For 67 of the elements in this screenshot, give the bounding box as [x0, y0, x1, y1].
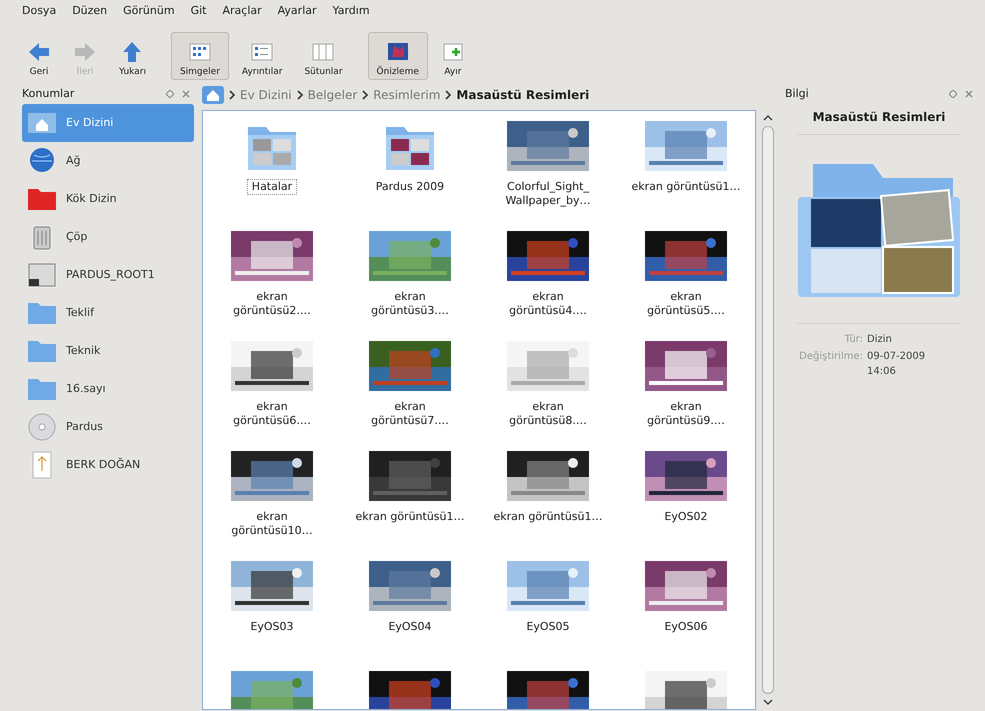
chevron-icon [228, 90, 236, 100]
disc-icon [26, 411, 58, 443]
file-name[interactable]: EyOS02 [659, 509, 713, 525]
file-name[interactable]: EyOS03 [245, 619, 299, 635]
file-name[interactable]: ekran görüntüsü8.… [488, 399, 608, 429]
file-name[interactable]: ekran görüntüsü6.… [212, 399, 332, 429]
file-name[interactable]: ekran görüntüsü7.… [350, 399, 470, 429]
place-item[interactable]: Teknik [22, 332, 194, 370]
detach-icon[interactable] [166, 90, 174, 98]
file-name[interactable]: ekran görüntüsü2.… [212, 289, 332, 319]
toolbar-button[interactable]: Önizleme [368, 32, 428, 80]
close-icon[interactable] [965, 90, 973, 98]
menu-item[interactable]: Düzen [72, 2, 108, 20]
place-item[interactable]: Pardus [22, 408, 194, 446]
menu-item[interactable]: Dosya [22, 2, 56, 20]
toolbar-button[interactable]: Ayrıntılar [232, 32, 292, 80]
place-item[interactable]: 16.sayı [22, 370, 194, 408]
place-item[interactable]: Kök Dizin [22, 180, 194, 218]
folder-icon[interactable] [384, 125, 436, 171]
file-name[interactable]: EyOS06 [659, 619, 713, 635]
file-name[interactable]: Colorful_Sight_ Wallpaper_by… [488, 179, 608, 209]
scroll-down-icon[interactable] [763, 698, 773, 706]
file-name[interactable]: Pardus 2009 [370, 179, 450, 195]
file-name[interactable]: ekran görüntüsü4.… [488, 289, 608, 319]
file-name[interactable]: ekran görüntüsü5.… [626, 289, 746, 319]
close-icon[interactable] [182, 90, 190, 98]
panel-title: Bilgi [785, 86, 809, 102]
toolbar-button[interactable]: Yukarı [110, 32, 155, 80]
file-name[interactable]: ekran görüntüsü1… [350, 509, 470, 525]
file-name[interactable]: ekran görüntüsü9.… [626, 399, 746, 429]
file-name[interactable]: ekran görüntüsü1… [626, 179, 746, 195]
menu-item[interactable]: Ayarlar [278, 2, 317, 20]
chevron-icon [444, 90, 452, 100]
field-value: Dizin [867, 333, 893, 347]
breadcrumb-link[interactable]: Resimlerim [373, 86, 440, 104]
place-item[interactable]: BERK DOĞAN [22, 446, 194, 484]
home-icon[interactable] [202, 86, 224, 104]
toolbar-button[interactable]: Simgeler [170, 32, 229, 80]
place-item[interactable]: Ağ [22, 142, 194, 180]
file-name[interactable]: ekran görüntüsü10… [212, 509, 332, 539]
file-name[interactable]: ekran görüntüsü1… [488, 509, 608, 525]
file-name[interactable]: Hatalar [246, 179, 298, 195]
place-item[interactable]: Çöp [22, 218, 194, 256]
place-item[interactable]: PARDUS_ROOT1 [22, 256, 194, 294]
breadcrumb-link[interactable]: Ev Dizini [240, 86, 292, 104]
menu-item[interactable]: Görünüm [123, 2, 175, 20]
file-name[interactable]: EyOS05 [521, 619, 575, 635]
toolbar-button[interactable]: Ayır [432, 32, 474, 80]
menu-item[interactable]: Git [190, 2, 206, 20]
file-name[interactable]: ekran görüntüsü3.… [350, 289, 470, 319]
toolbar-button[interactable]: Geri [18, 32, 60, 80]
toolbar-button[interactable]: Sütunlar [295, 32, 352, 80]
breadcrumb-link[interactable]: Belgeler [308, 86, 358, 104]
detach-icon[interactable] [949, 90, 957, 98]
menu-item[interactable]: Yardım [332, 2, 370, 20]
file-name[interactable]: EyOS04 [383, 619, 437, 635]
breadcrumb-link[interactable]: Masaüstü Resimleri [456, 86, 590, 104]
menu-item[interactable]: Araçlar [222, 2, 262, 20]
panel-title: Konumlar [22, 86, 74, 102]
field-label: Tür: [844, 333, 863, 347]
chevron-icon [361, 90, 370, 100]
field-value: 09-07-2009 14:06 [867, 350, 926, 379]
place-item[interactable]: Teklif [22, 294, 194, 332]
scroll-up-icon[interactable] [763, 114, 773, 122]
chevron-icon [296, 90, 304, 100]
info-heading: Masaüstü Resimleri [797, 108, 961, 135]
field-label: Değiştirilme: [798, 350, 863, 364]
